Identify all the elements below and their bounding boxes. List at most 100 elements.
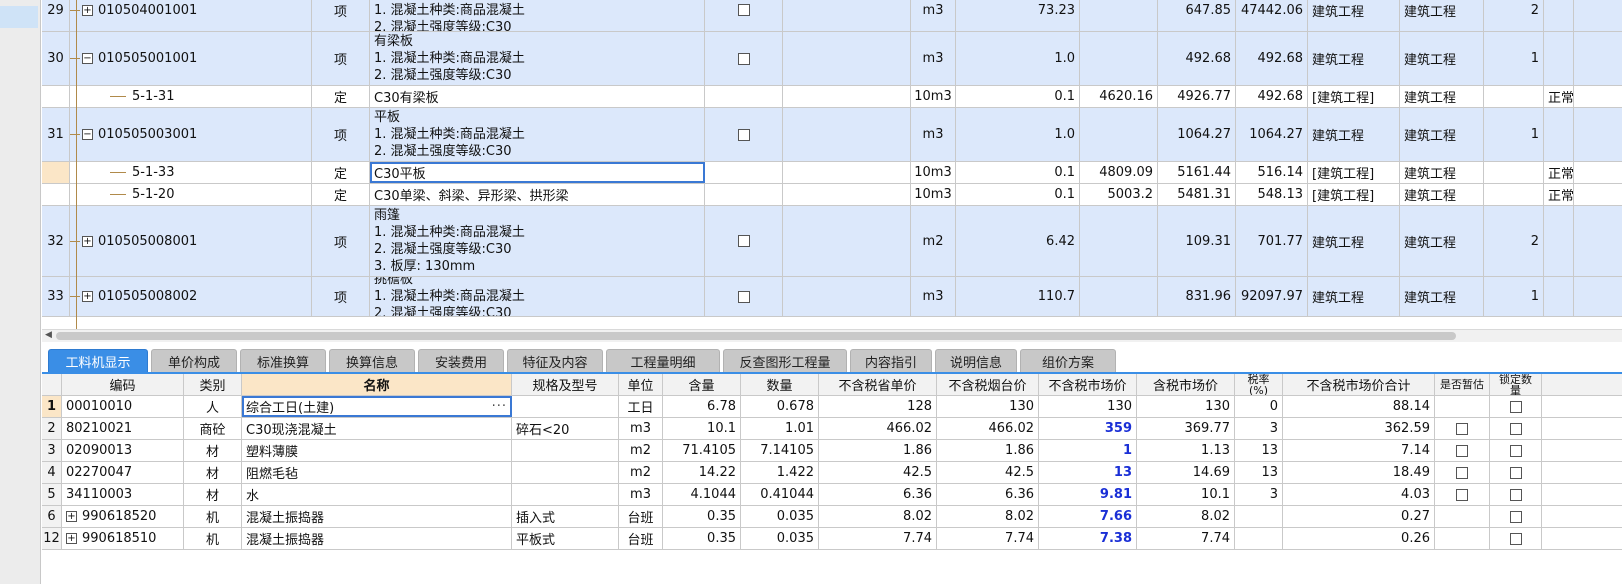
expand-icon[interactable]: + (66, 511, 77, 522)
expand-icon[interactable]: + (82, 235, 93, 247)
row-seq[interactable]: 31 (42, 108, 70, 161)
row-price[interactable] (1080, 206, 1158, 276)
column-header[interactable]: 不含税市场价合计 (1283, 374, 1435, 395)
tab-8[interactable]: 内容指引 (850, 349, 932, 373)
row-checkbox[interactable] (737, 52, 750, 65)
row-total[interactable]: 92097.97 (1236, 277, 1308, 316)
resource-market-price-tax[interactable]: 369.77 (1137, 418, 1235, 439)
resource-tax-rate[interactable] (1235, 506, 1283, 527)
row-code[interactable]: 5-1-33 (70, 162, 312, 183)
resource-row[interactable]: 12 +990618510 机混凝土振捣器 平板式 台班 0.35 0.035 7.74 7.7… (42, 528, 1622, 550)
resource-spec[interactable] (512, 440, 619, 461)
row-total[interactable]: 47442.06 (1236, 0, 1308, 31)
row-code[interactable]: 5-1-20 (70, 184, 312, 205)
resource-name[interactable]: 水 (242, 484, 512, 505)
row-type[interactable]: 项 (312, 108, 370, 161)
resource-name[interactable]: 混凝土振捣器 (242, 528, 512, 549)
lock-quantity-checkbox[interactable] (1509, 444, 1522, 457)
row-fee-type[interactable]: 建筑工程 (1400, 108, 1484, 161)
lock-quantity-checkbox[interactable] (1509, 466, 1522, 479)
row-type[interactable]: 项 (312, 32, 370, 85)
resource-spec[interactable]: 插入式 (512, 506, 619, 527)
resource-content[interactable]: 0.35 (663, 506, 741, 527)
column-header[interactable]: 不含税省单价 (819, 374, 937, 395)
bill-row[interactable]: 5-1-33 定 C30平板 10m3 0.1 4809.09 5161.44 516.14[… (42, 162, 1622, 184)
resource-market-price[interactable]: 7.66 (1039, 506, 1137, 527)
resource-row[interactable]: 4 02270047 材阻燃毛毡 m2 14.22 1.422 42.5 42.5 13 14.6… (42, 462, 1622, 484)
resource-quantity[interactable]: 1.422 (741, 462, 819, 483)
resource-province-price[interactable]: 42.5 (819, 462, 937, 483)
row-total[interactable]: 516.14 (1236, 162, 1308, 183)
row-unit[interactable]: 10m3 (911, 86, 956, 107)
row-code[interactable]: 5-1-31 (70, 86, 312, 107)
provisional-checkbox[interactable] (1456, 444, 1468, 457)
row-name[interactable]: C30单梁、斜梁、异形梁、拱形梁 (370, 184, 705, 205)
row-type[interactable]: 项 (312, 206, 370, 276)
row-type[interactable]: 项 (312, 0, 370, 31)
row-code[interactable]: −010505001001 (70, 32, 312, 85)
row-type[interactable]: 定 (312, 184, 370, 205)
tab-6[interactable]: 工程量明细 (606, 349, 720, 373)
resource-unit[interactable]: m2 (619, 440, 663, 461)
row-checkbox[interactable] (737, 4, 750, 16)
row-status[interactable] (1544, 108, 1574, 161)
row-major[interactable]: [建筑工程] (1308, 86, 1400, 107)
column-header[interactable]: 单位 (619, 374, 663, 395)
row-count[interactable] (1484, 162, 1544, 183)
row-name[interactable]: 挑檐板 1. 混凝土种类:商品混凝土 2. 混凝土强度等级:C30 (370, 277, 705, 316)
resource-content[interactable]: 10.1 (663, 418, 741, 439)
resource-unit[interactable]: 台班 (619, 506, 663, 527)
resource-code[interactable]: 00010010 (62, 396, 184, 417)
row-count[interactable]: 2 (1484, 206, 1544, 276)
resource-market-price[interactable]: 1 (1039, 440, 1137, 461)
bill-row[interactable]: 33 +010505008002 项挑檐板 1. 混凝土种类:商品混凝土 2. 混凝土强… (42, 277, 1622, 317)
row-price[interactable] (1080, 32, 1158, 85)
resource-unit[interactable]: 台班 (619, 528, 663, 549)
resource-name[interactable]: 混凝土振捣器 (242, 506, 512, 527)
expand-icon[interactable]: + (66, 533, 77, 544)
row-quantity[interactable]: 6.42 (956, 206, 1080, 276)
row-checkbox[interactable] (737, 235, 750, 247)
tab-1[interactable]: 单价构成 (151, 349, 237, 373)
row-unit[interactable]: m3 (911, 0, 956, 31)
resource-row[interactable]: 2 80210021 商砼 C30现浇混凝土 碎石<20 m3 10.1 1.01 466.02… (42, 418, 1622, 440)
row-base-price[interactable]: 492.68 (1158, 32, 1236, 85)
row-code[interactable]: +010504001001 (70, 0, 312, 31)
resource-grid[interactable]: 编码 类别 名称 规格及型号 单位 含量 数量 不含税省单价 不含税烟台价 不含税市场价 含税市场价… (42, 374, 1622, 584)
resource-category[interactable]: 人 (184, 396, 242, 417)
row-base-price[interactable]: 4926.77 (1158, 86, 1236, 107)
column-header[interactable]: 名称 (242, 374, 512, 395)
resource-unit[interactable]: 工日 (619, 396, 663, 417)
resource-category[interactable]: 商砼 (184, 418, 242, 439)
row-name[interactable]: C30平板 (370, 162, 705, 183)
resource-tax-rate[interactable]: 13 (1235, 462, 1283, 483)
resource-market-price[interactable]: 359 (1039, 418, 1137, 439)
row-name[interactable]: C30有梁板 (370, 86, 705, 107)
row-number[interactable]: 5 (42, 484, 62, 505)
row-count[interactable]: 2 (1484, 0, 1544, 31)
column-header[interactable]: 数量 (741, 374, 819, 395)
row-type[interactable]: 项 (312, 277, 370, 316)
row-fee-type[interactable]: 建筑工程 (1400, 184, 1484, 205)
row-base-price[interactable]: 647.85 (1158, 0, 1236, 31)
row-base-price[interactable]: 831.96 (1158, 277, 1236, 316)
row-base-price[interactable]: 5161.44 (1158, 162, 1236, 183)
row-number[interactable]: 3 (42, 440, 62, 461)
row-number[interactable]: 1 (42, 396, 62, 417)
row-type[interactable]: 定 (312, 162, 370, 183)
lock-quantity-checkbox[interactable] (1509, 532, 1522, 545)
row-seq[interactable]: 32 (42, 206, 70, 276)
row-seq[interactable]: 29 (42, 0, 70, 31)
resource-content[interactable]: 0.35 (663, 528, 741, 549)
resource-category[interactable]: 材 (184, 462, 242, 483)
row-price[interactable] (1080, 277, 1158, 316)
row-price[interactable]: 5003.2 (1080, 184, 1158, 205)
column-header[interactable]: 含税市场价 (1137, 374, 1235, 395)
bill-row[interactable]: 32 +010505008001 项雨篷 1. 混凝土种类:商品混凝土 2. 混凝土强度… (42, 206, 1622, 277)
resource-yantai-price[interactable]: 6.36 (937, 484, 1039, 505)
resource-quantity[interactable]: 0.41044 (741, 484, 819, 505)
row-code[interactable]: +010505008001 (70, 206, 312, 276)
row-total[interactable]: 701.77 (1236, 206, 1308, 276)
lock-quantity-checkbox[interactable] (1509, 400, 1522, 413)
resource-market-price-tax[interactable]: 130 (1137, 396, 1235, 417)
